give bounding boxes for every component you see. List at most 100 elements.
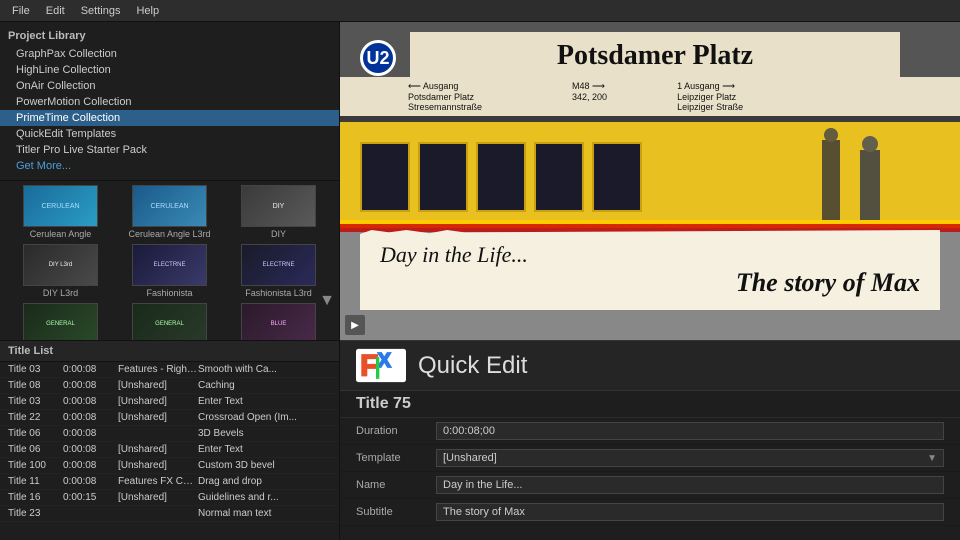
template-cerulean-angle[interactable]: CERULEAN Cerulean Angle [8,185,113,240]
left-panel: Project Library GraphPax Collection High… [0,22,340,540]
video-preview: U2 Potsdamer Platz ⟵ AusgangPotsdamer Pl… [340,22,960,340]
menu-settings[interactable]: Settings [73,3,129,19]
menu-file[interactable]: File [4,3,38,19]
play-button[interactable]: ▶ [345,315,365,335]
title-row[interactable]: Title 16 0:00:15 [Unshared] Guidelines a… [0,490,339,506]
template-diy[interactable]: DIY DIY [226,185,331,240]
title-duration: 0:00:08 [63,444,118,455]
qe-input-name[interactable] [436,476,944,494]
title-duration: 0:00:08 [63,396,118,407]
title-template: Custom 3D bevel [198,460,331,471]
template-grid-area: CERULEAN Cerulean Angle CERULEAN Cerulea… [0,181,339,340]
title-duration: 0:00:08 [63,364,118,375]
template-label: Cerulean Angle [30,229,92,240]
qe-field-duration: Duration [340,418,960,445]
quick-edit-header: F F X X Quick Edit [340,341,960,391]
library-item-titler-starter[interactable]: Titler Pro Live Starter Pack [0,142,339,158]
title-template: Enter Text [198,444,331,455]
template-thumb-img: ELECTRNE [132,244,207,286]
title-shared: [Unshared] [118,380,198,391]
title-name: Title 100 [8,460,63,471]
title-shared [118,508,198,519]
title-shared: Features - Right side [118,364,198,375]
title-name: Title 03 [8,396,63,407]
train-window [360,142,410,212]
library-item-highline[interactable]: HighLine Collection [0,62,339,78]
title-shared [118,428,198,439]
direction-right: 1 Ausgang ⟶Leipziger PlatzLeipziger Stra… [677,81,743,112]
template-general[interactable]: GENERAL General Access [8,303,113,340]
qe-input-duration[interactable] [436,422,944,440]
template-thumb-img: BLUE [241,303,316,340]
u2-sign: U2 [360,40,396,76]
library-item-quickedit[interactable]: QuickEdit Templates [0,126,339,142]
title-row[interactable]: Title 22 0:00:08 [Unshared] Crossroad Op… [0,410,339,426]
qe-dropdown-template[interactable]: [Unshared] ▼ [436,449,944,467]
library-item-primetime[interactable]: PrimeTime Collection [0,110,339,126]
title-duration: 0:00:08 [63,412,118,423]
library-item-graphpax[interactable]: GraphPax Collection [0,46,339,62]
fx-logo: F F X X [356,348,406,383]
qe-input-subtitle[interactable] [436,503,944,521]
title-row[interactable]: Title 06 0:00:08 3D Bevels [0,426,339,442]
template-thumb-img: CERULEAN [23,185,98,227]
scroll-down-arrow[interactable]: ▼ [315,288,339,314]
menu-edit[interactable]: Edit [38,3,73,19]
project-library: Project Library GraphPax Collection High… [0,22,339,181]
template-thumb-img: CERULEAN [132,185,207,227]
title-list: Title List Title 03 0:00:08 Features - R… [0,340,339,540]
title-duration: 0:00:08 [63,428,118,439]
title-template: Normal man text [198,508,331,519]
template-thumb-img: GENERAL [132,303,207,340]
template-fashionista[interactable]: ELECTRNE Fashionista [117,244,222,299]
template-thumb-img: DIY L3rd [23,244,98,286]
qe-field-name: Name [340,472,960,499]
train-window [476,142,526,212]
title-template: Guidelines and r... [198,492,331,503]
title-shared: [Unshared] [118,444,198,455]
title-overlay: Day in the Life... The story of Max [360,230,940,310]
template-general-l3rd[interactable]: GENERAL General Access L3rd [117,303,222,340]
qe-field-subtitle: Subtitle [340,499,960,526]
template-label: Fashionista [146,288,192,299]
title-row[interactable]: Title 23 Normal man text [0,506,339,522]
title-row[interactable]: Title 08 0:00:08 [Unshared] Caching [0,378,339,394]
template-diy-l3rd[interactable]: DIY L3rd DIY L3rd [8,244,113,299]
direction-signs: ⟵ AusgangPotsdamer PlatzStresemannstraße… [340,77,960,116]
title-duration: 0:00:08 [63,460,118,471]
title-row[interactable]: Title 100 0:00:08 [Unshared] Custom 3D b… [0,458,339,474]
train-windows [360,142,642,212]
title-row[interactable]: Title 11 0:00:08 Features FX Callout Dra… [0,474,339,490]
template-thumb-img: DIY [241,185,316,227]
overlay-line1: Day in the Life... [380,242,920,268]
menubar: File Edit Settings Help [0,0,960,22]
preview-scene: U2 Potsdamer Platz ⟵ AusgangPotsdamer Pl… [340,22,960,340]
template-grid: CERULEAN Cerulean Angle CERULEAN Cerulea… [0,181,339,340]
svg-text:X: X [378,350,392,372]
title-row[interactable]: Title 03 0:00:08 [Unshared] Enter Text [0,394,339,410]
person-silhouette [822,140,840,220]
station-name-sign: Potsdamer Platz [410,32,900,80]
quick-edit-title: Quick Edit [418,352,527,380]
menu-help[interactable]: Help [128,3,167,19]
title-shared: Features FX Callout [118,476,198,487]
template-label: DIY [271,229,286,240]
title-row[interactable]: Title 03 0:00:08 Features - Right side S… [0,362,339,378]
library-item-onair[interactable]: OnAir Collection [0,78,339,94]
title-shared: [Unshared] [118,396,198,407]
title-template: 3D Bevels [198,428,331,439]
title-list-header: Title List [0,341,339,362]
title-shared: [Unshared] [118,492,198,503]
direction-text: ⟵ AusgangPotsdamer PlatzStresemannstraße [408,81,482,112]
right-panel: U2 Potsdamer Platz ⟵ AusgangPotsdamer Pl… [340,22,960,540]
title-name: Title 23 [8,508,63,519]
library-item-get-more[interactable]: Get More... [0,158,339,174]
library-item-powermotion[interactable]: PowerMotion Collection [0,94,339,110]
template-cerulean-l3rd[interactable]: CERULEAN Cerulean Angle L3rd [117,185,222,240]
template-thumb-img: GENERAL [23,303,98,340]
title-row[interactable]: Title 06 0:00:08 [Unshared] Enter Text [0,442,339,458]
title-name: Title 11 [8,476,63,487]
title-name: Title 22 [8,412,63,423]
title-duration [63,508,118,519]
title-duration: 0:00:08 [63,380,118,391]
